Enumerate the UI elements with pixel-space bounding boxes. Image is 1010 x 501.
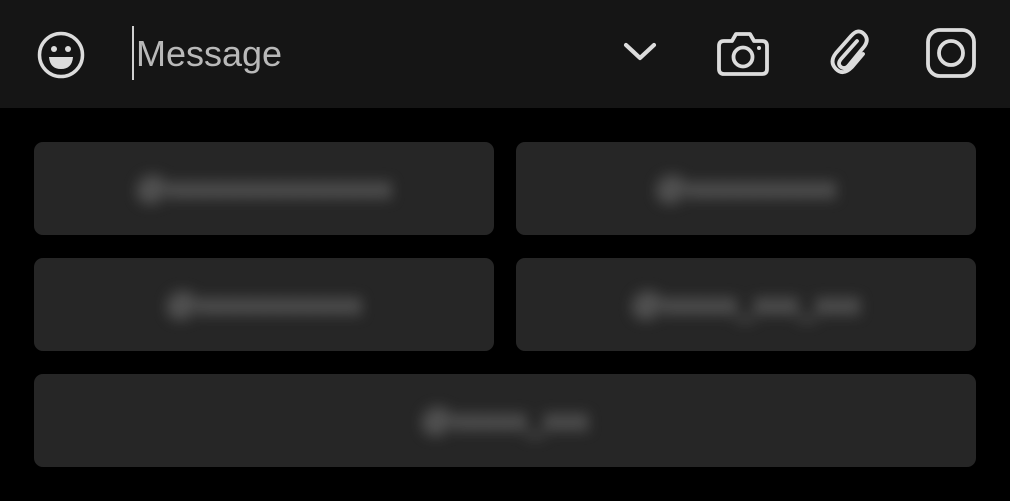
bot-keyboard-button-label: @xxxxxxxxxxx [166,287,362,321]
camera-icon[interactable] [710,20,776,86]
chat-composer: @xxxxxxxxxxxxxxx @xxxxxxxxxx @xxxxxxxxxx… [0,0,1010,501]
emoji-icon[interactable] [28,22,94,88]
bot-keyboard-button-label: @xxxxxxxxxx [655,171,837,205]
message-input[interactable] [134,22,596,86]
bot-keyboard-button-label: @xxxxx_xxx [421,403,589,437]
paperclip-icon[interactable] [818,20,880,86]
bot-keyboard-button-label: @xxxxxxxxxxxxxxx [136,171,392,205]
bot-keyboard-button[interactable]: @xxxxxxxxxxxxxxx [34,142,494,235]
instagram-icon[interactable] [918,20,984,86]
bot-keyboard-button[interactable]: @xxxxxxxxxx [516,142,976,235]
bot-keyboard-button-label: @xxxxx_xxx_xxx [631,287,861,321]
chevron-down-icon[interactable] [612,24,668,80]
bot-keyboard-button[interactable]: @xxxxx_xxx [34,374,976,467]
message-input-bar [0,0,1010,108]
bot-keyboard-button[interactable]: @xxxxxxxxxxx [34,258,494,351]
bot-keyboard-button[interactable]: @xxxxx_xxx_xxx [516,258,976,351]
